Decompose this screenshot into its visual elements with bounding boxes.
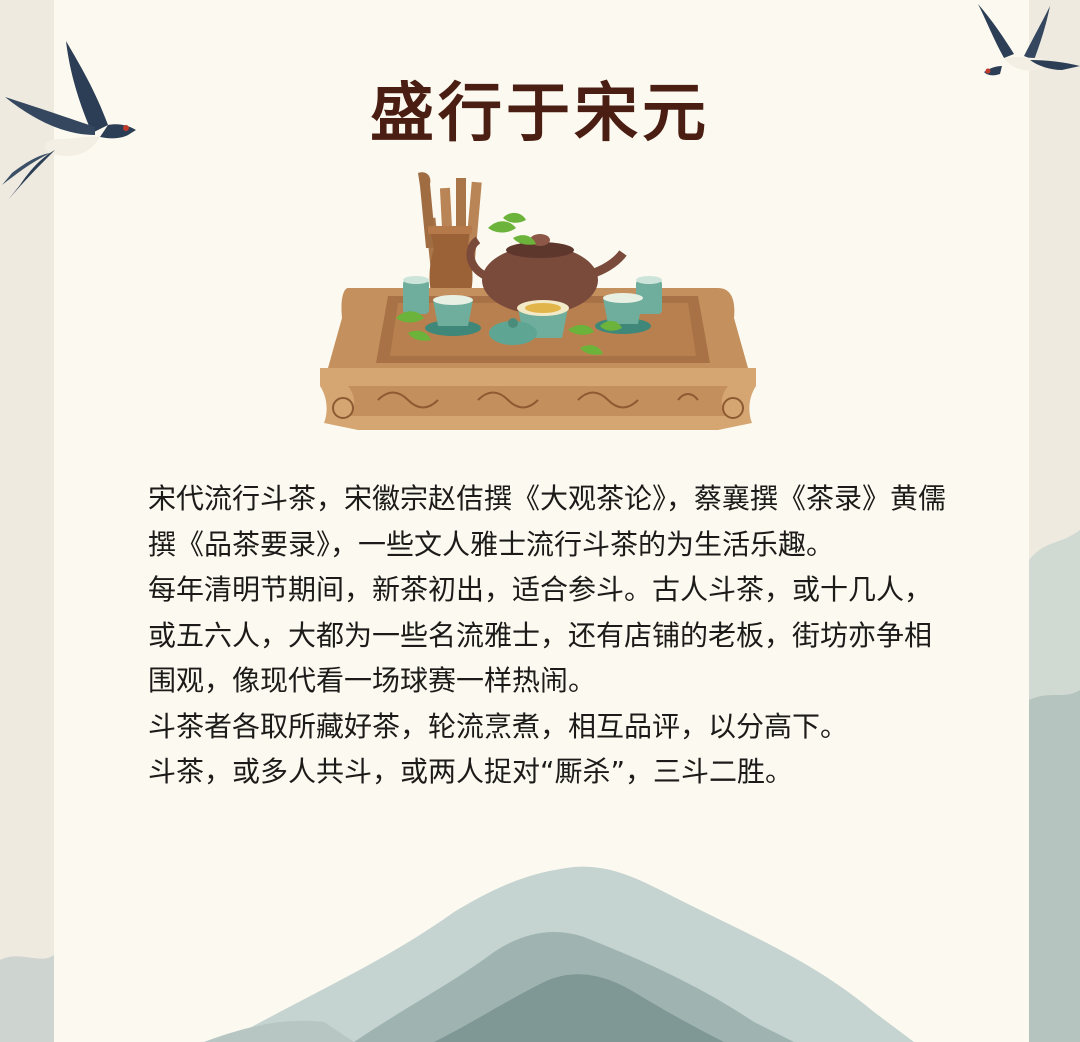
mountain-illustration [204,866,914,1042]
paragraph-2: 每年清明节期间，新茶初出，适合参斗。古人斗茶，或十几人，或五六人，大都为一些名流… [148,573,933,697]
body-text: 宋代流行斗茶，宋徽宗赵佶撰《大观茶论》，蔡襄撰《茶录》黄儒撰《品茶要录》，一些文… [148,476,948,795]
page-title: 盛行于宋元 [370,77,710,151]
paragraph-1: 宋代流行斗茶，宋徽宗赵佶撰《大观茶论》，蔡襄撰《茶录》黄儒撰《品茶要录》，一些文… [148,482,947,561]
paragraph-3: 斗茶者各取所藏好茶，轮流烹煮，相互品评，以分高下。 [148,709,849,743]
tea-set-illustration [320,172,756,430]
paragraph-4: 斗茶，或多人共斗，或两人捉对“厮杀”，三斗二胜。 [148,755,794,788]
page: 盛行于宋元 宋代流行斗茶，宋徽宗赵佶撰《大观茶论》，蔡襄撰《茶录》黄儒撰《品茶要… [0,0,1080,1042]
